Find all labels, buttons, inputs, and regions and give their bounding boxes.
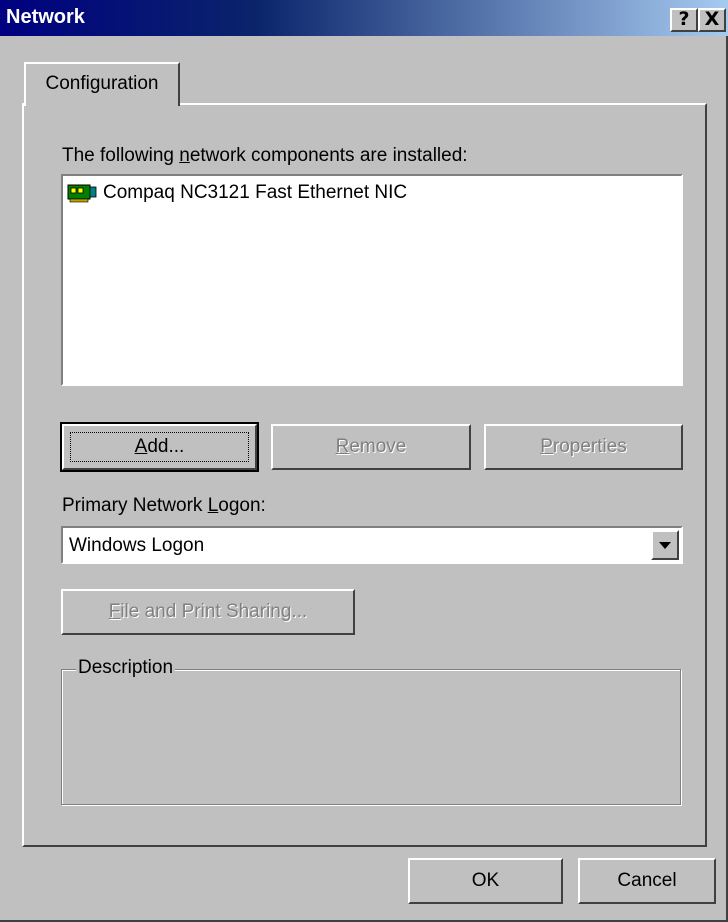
properties-button[interactable]: Properties xyxy=(484,424,683,470)
tab-configuration-label: Configuration xyxy=(45,73,159,94)
focus-rect xyxy=(70,432,249,462)
network-dialog: Network ? X Configuration The following … xyxy=(0,0,728,922)
primary-logon-value: Windows Logon xyxy=(69,535,205,556)
primary-logon-select[interactable]: Windows Logon xyxy=(61,526,683,564)
components-label: The following network components are ins… xyxy=(62,145,468,166)
primary-logon-label: Primary Network Logon: xyxy=(62,495,266,516)
remove-button[interactable]: Remove xyxy=(271,424,471,470)
chevron-down-icon xyxy=(659,542,671,549)
tab-configuration[interactable]: Configuration xyxy=(24,62,180,106)
list-item[interactable]: Compaq NC3121 Fast Ethernet NIC xyxy=(67,182,407,204)
network-adapter-icon xyxy=(67,184,97,203)
cancel-button[interactable]: Cancel xyxy=(578,858,716,904)
title-bar[interactable]: Network ? X xyxy=(0,0,728,36)
dropdown-button[interactable] xyxy=(651,530,679,560)
window-title: Network xyxy=(6,6,85,28)
add-button[interactable]: Add... xyxy=(60,422,259,472)
list-item-label: Compaq NC3121 Fast Ethernet NIC xyxy=(103,182,408,203)
file-print-sharing-button[interactable]: File and Print Sharing... xyxy=(61,589,355,635)
description-legend: Description xyxy=(76,657,176,679)
description-group: Description xyxy=(61,657,681,805)
ok-button[interactable]: OK xyxy=(408,858,563,904)
close-button[interactable]: X xyxy=(698,8,726,32)
help-button[interactable]: ? xyxy=(670,8,698,32)
components-list[interactable]: Compaq NC3121 Fast Ethernet NIC xyxy=(61,174,683,386)
